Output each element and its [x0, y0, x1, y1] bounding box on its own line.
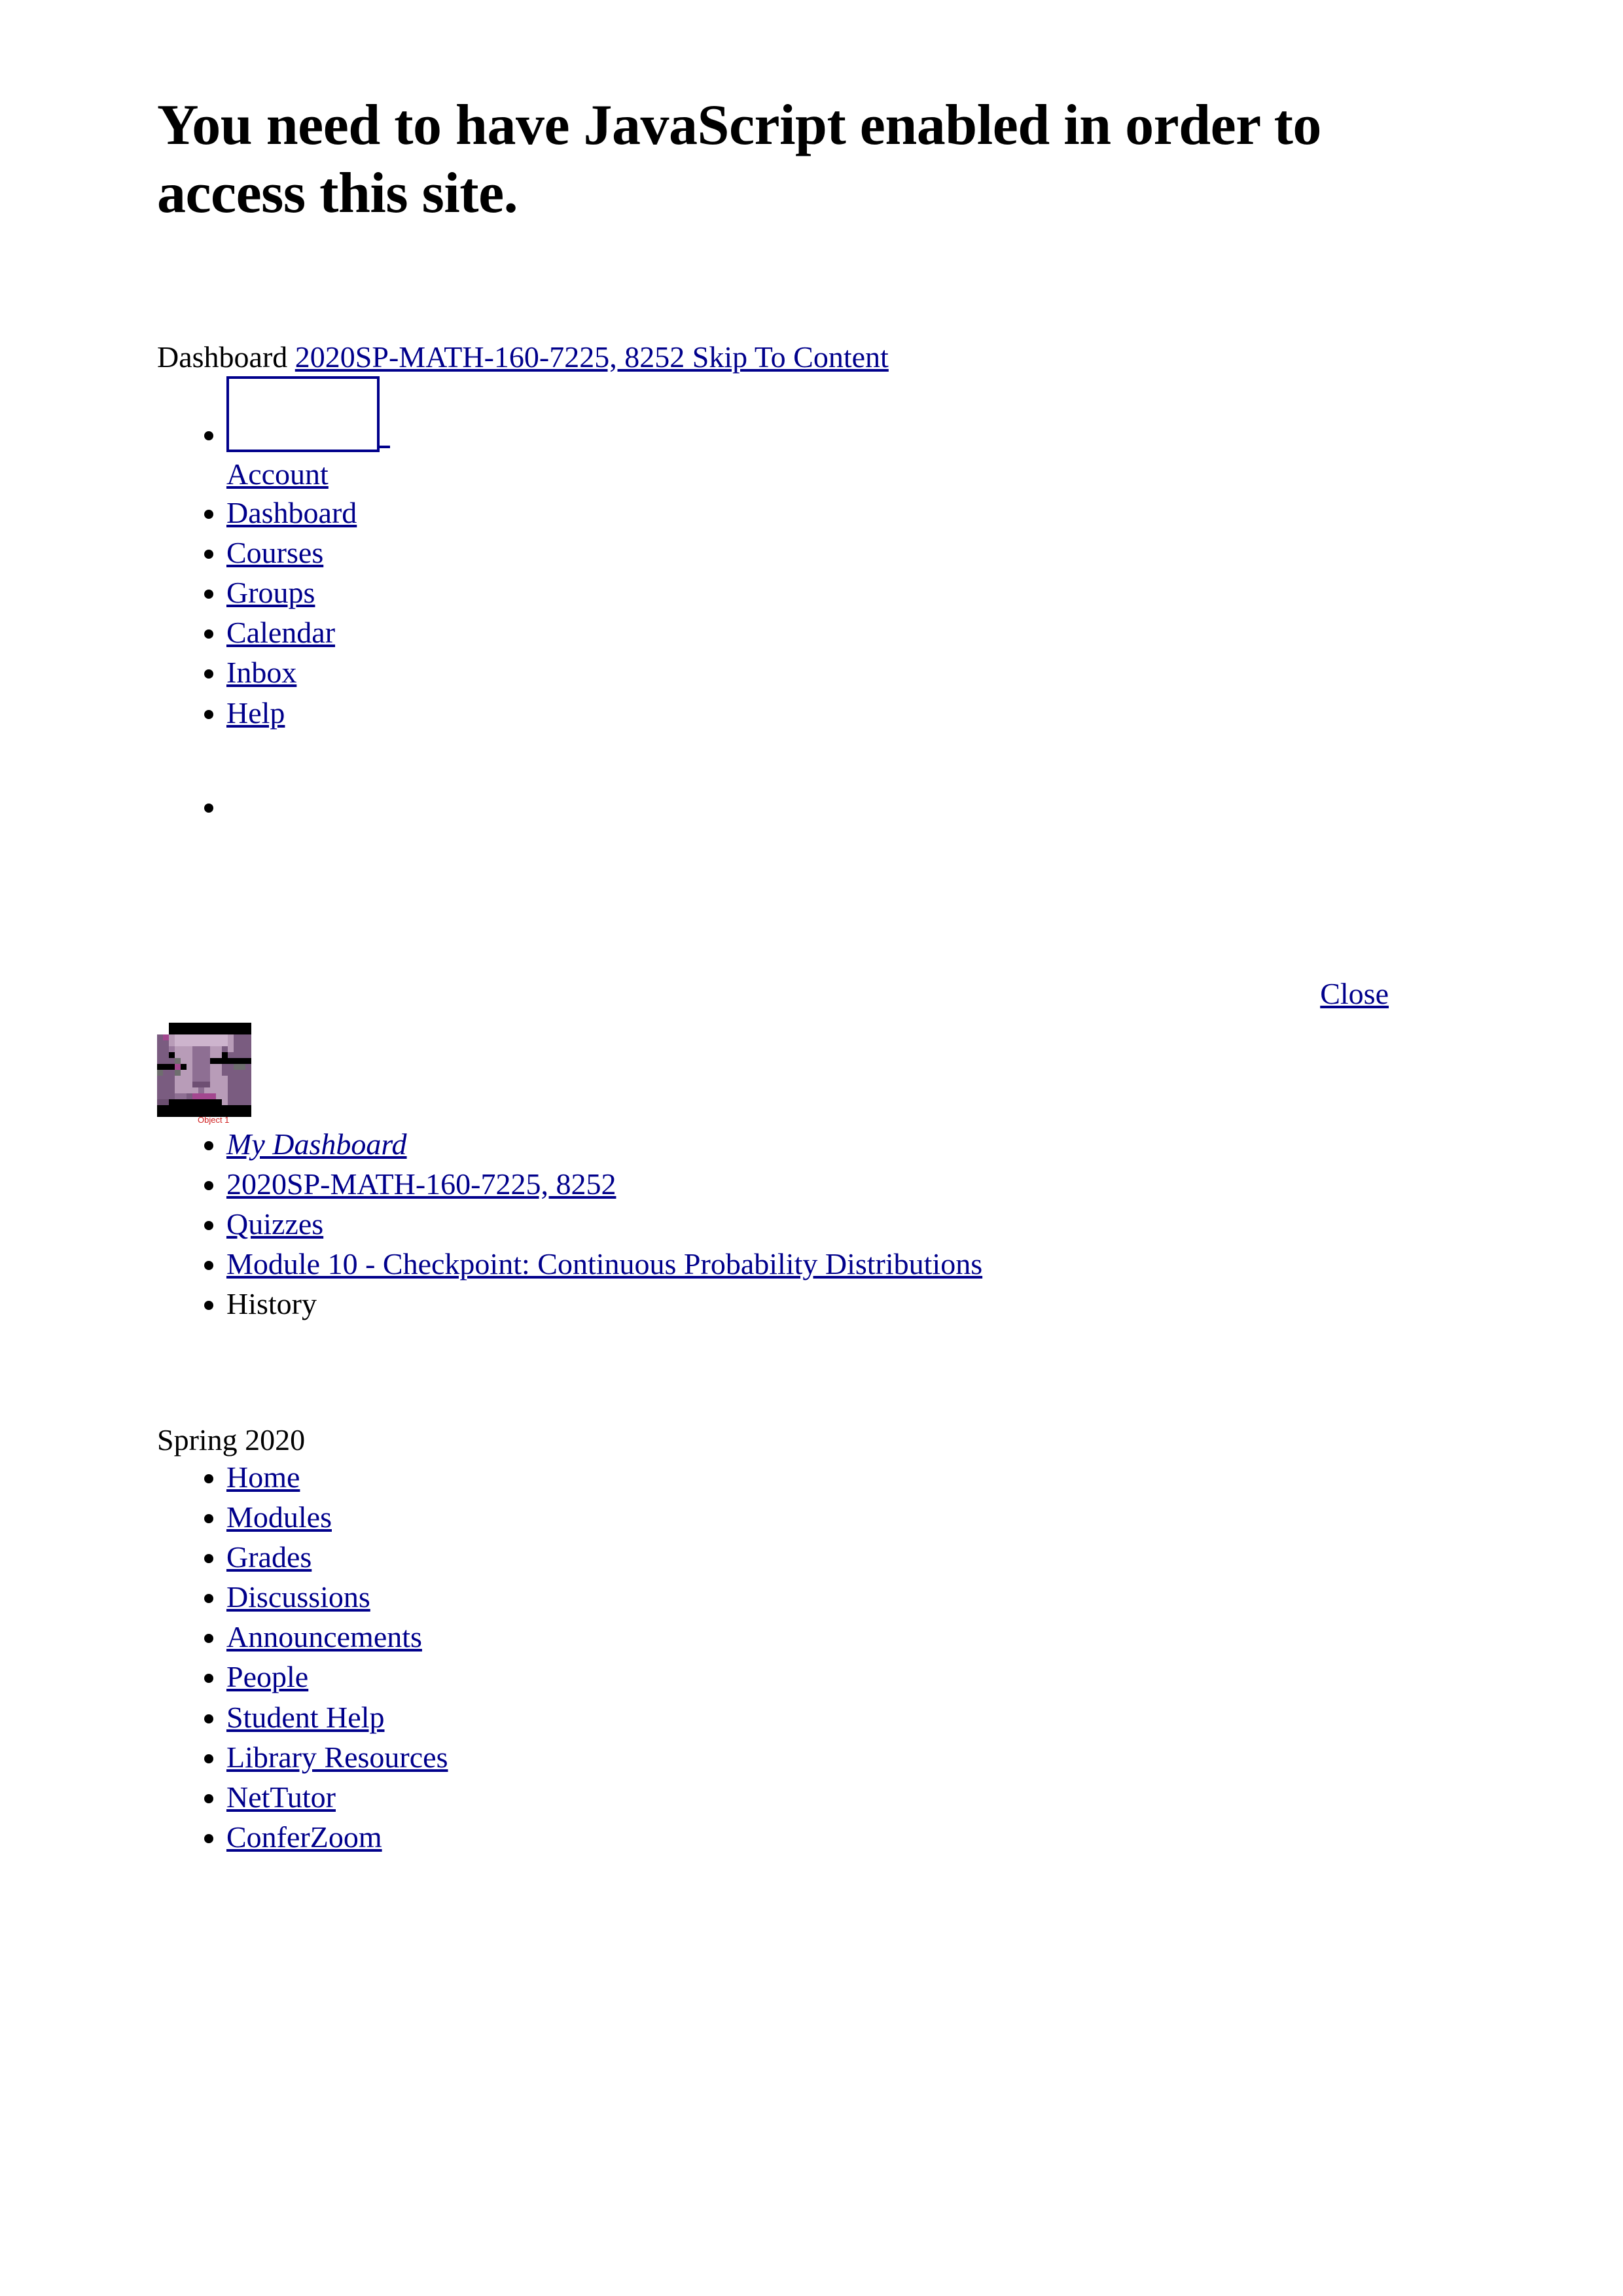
nav-item-inbox[interactable]: Inbox	[226, 652, 1466, 692]
course-nav-item-nettutor[interactable]: NetTutor	[226, 1777, 1466, 1817]
top-breadcrumb-line: Dashboard 2020SP-MATH-160-7225, 8252 Ski…	[157, 338, 1466, 377]
course-skip-to-content-link[interactable]: 2020SP-MATH-160-7225, 8252 Skip To Conte…	[295, 340, 889, 374]
nav-link-dashboard[interactable]: Dashboard	[226, 496, 357, 529]
nav-link-groups[interactable]: Groups	[226, 576, 315, 609]
course-avatar-image	[157, 1022, 251, 1117]
breadcrumb-item-my-dashboard[interactable]: My Dashboard	[226, 1124, 1466, 1164]
nav-link-calendar[interactable]: Calendar	[226, 616, 335, 649]
course-nav-item-people[interactable]: People	[226, 1657, 1466, 1697]
nav-link-inbox[interactable]: Inbox	[226, 656, 296, 689]
breadcrumb-link-quizzes[interactable]: Quizzes	[226, 1207, 323, 1241]
nav-item-help[interactable]: Help	[226, 693, 1466, 733]
course-nav-item-conferzoom[interactable]: ConferZoom	[226, 1817, 1466, 1857]
nav-item-calendar[interactable]: Calendar	[226, 612, 1466, 652]
nav-item-dashboard[interactable]: Dashboard	[226, 493, 1466, 533]
breadcrumb-link-my-dashboard[interactable]: My Dashboard	[226, 1127, 407, 1161]
course-nav-item-modules[interactable]: Modules	[226, 1497, 1466, 1537]
nav-link-courses[interactable]: Courses	[226, 536, 323, 569]
course-nav-link-modules[interactable]: Modules	[226, 1500, 332, 1534]
nav-link-account[interactable]: Account	[226, 457, 329, 491]
course-nav-link-nettutor[interactable]: NetTutor	[226, 1780, 336, 1814]
breadcrumb-list: My Dashboard 2020SP-MATH-160-7225, 8252 …	[157, 1124, 1466, 1324]
breadcrumb-item-quiz[interactable]: Module 10 - Checkpoint: Continuous Proba…	[226, 1244, 1466, 1284]
dashboard-text: Dashboard	[157, 340, 288, 374]
course-nav-item-home[interactable]: Home	[226, 1457, 1466, 1497]
global-navigation-list: Account Dashboard Courses Groups Calenda…	[157, 376, 1466, 732]
course-nav-link-student-help[interactable]: Student Help	[226, 1701, 384, 1734]
breadcrumb-item-history: History	[226, 1284, 1466, 1324]
course-nav-link-library-resources[interactable]: Library Resources	[226, 1740, 448, 1774]
account-avatar-broken-image-icon	[226, 376, 380, 453]
course-nav-link-announcements[interactable]: Announcements	[226, 1620, 422, 1653]
close-button[interactable]: Close	[1320, 977, 1389, 1010]
javascript-warning-heading: You need to have JavaScript enabled in o…	[157, 94, 1321, 225]
course-nav-link-home[interactable]: Home	[226, 1460, 300, 1494]
nav-item-account[interactable]: Account	[226, 376, 1466, 492]
course-nav-item-student-help[interactable]: Student Help	[226, 1697, 1466, 1737]
course-nav-link-conferzoom[interactable]: ConferZoom	[226, 1820, 382, 1854]
course-nav-item-discussions[interactable]: Discussions	[226, 1577, 1466, 1617]
breadcrumb-link-quiz[interactable]: Module 10 - Checkpoint: Continuous Proba…	[226, 1247, 982, 1280]
account-link-trailing-underscore	[380, 446, 390, 449]
breadcrumb-link-course[interactable]: 2020SP-MATH-160-7225, 8252	[226, 1167, 616, 1201]
breadcrumb-item-quizzes[interactable]: Quizzes	[226, 1204, 1466, 1244]
nav-link-help[interactable]: Help	[226, 696, 285, 730]
empty-list-item	[226, 789, 1466, 819]
course-nav-item-announcements[interactable]: Announcements	[226, 1617, 1466, 1657]
term-label: Spring 2020	[157, 1422, 306, 1457]
nav-item-groups[interactable]: Groups	[226, 573, 1466, 612]
empty-tray-list	[157, 789, 1466, 819]
course-navigation-list: Home Modules Grades Discussions Announce…	[157, 1457, 1466, 1858]
tray-close-row: Close	[157, 976, 1466, 1011]
course-nav-link-discussions[interactable]: Discussions	[226, 1580, 370, 1614]
course-nav-item-library-resources[interactable]: Library Resources	[226, 1737, 1466, 1777]
course-nav-link-grades[interactable]: Grades	[226, 1540, 312, 1574]
course-avatar-wrapper: Object 1	[157, 1022, 1466, 1125]
breadcrumb-text-history: History	[226, 1287, 317, 1321]
page-root: You need to have JavaScript enabled in o…	[0, 0, 1623, 1857]
nav-item-courses[interactable]: Courses	[226, 533, 1466, 573]
breadcrumb-item-course[interactable]: 2020SP-MATH-160-7225, 8252	[226, 1164, 1466, 1204]
course-nav-link-people[interactable]: People	[226, 1660, 308, 1693]
course-nav-item-grades[interactable]: Grades	[226, 1537, 1466, 1577]
avatar-object-caption: Object 1	[198, 1114, 230, 1125]
